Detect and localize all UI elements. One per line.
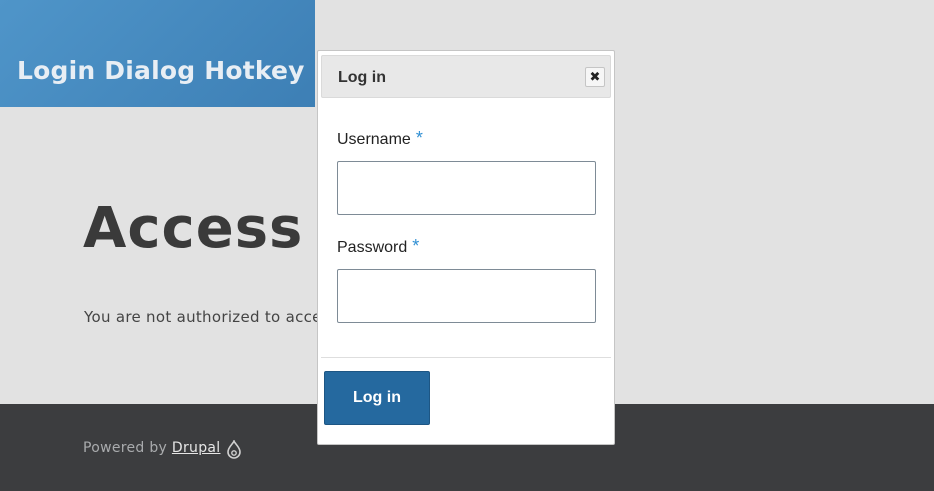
dialog-titlebar[interactable]: Log in ✖ (321, 55, 611, 98)
access-denied-message: You are not authorized to acce (84, 308, 322, 326)
username-label-text: Username (337, 131, 411, 148)
site-name-link[interactable]: Login Dialog Hotkey (17, 56, 305, 85)
username-field[interactable] (337, 161, 596, 215)
site-branding: Login Dialog Hotkey (0, 0, 315, 107)
password-label-text: Password (337, 239, 408, 256)
required-mark: * (415, 128, 423, 148)
dialog-title: Log in (338, 69, 386, 86)
drupal-link[interactable]: Drupal (172, 440, 221, 456)
login-dialog: Log in ✖ Username * Password * Log in (317, 50, 615, 445)
drupal-drop-icon (227, 440, 241, 459)
dialog-divider (321, 357, 611, 358)
password-field[interactable] (337, 269, 596, 323)
username-label: Username * (337, 128, 423, 149)
powered-by: Powered by Drupal (83, 440, 220, 456)
required-mark: * (412, 236, 420, 256)
close-icon[interactable]: ✖ (585, 67, 605, 87)
powered-by-label: Powered by (83, 440, 172, 456)
login-button[interactable]: Log in (324, 371, 430, 425)
password-label: Password * (337, 236, 419, 257)
